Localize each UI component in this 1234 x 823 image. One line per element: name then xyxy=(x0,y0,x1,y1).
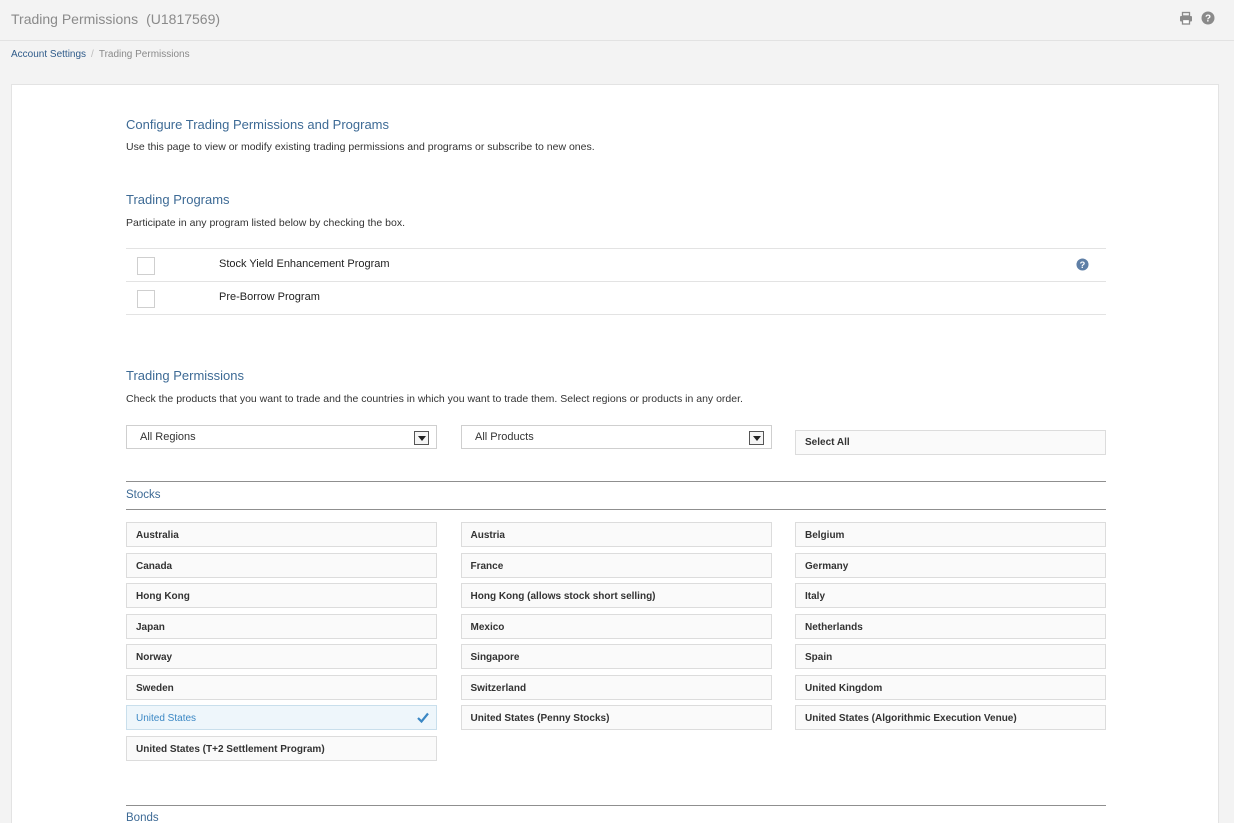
stocks-section-title: Stocks xyxy=(126,489,161,501)
stock-option[interactable]: United States xyxy=(126,705,437,730)
stocks-grid: Australia Austria Belgium Canada France Germa… xyxy=(126,522,1106,761)
stock-option[interactable]: United States (Algorithmic Execution Ven… xyxy=(795,705,1106,730)
product-select[interactable]: All Products xyxy=(461,425,772,449)
configure-description: Use this page to view or modify existing… xyxy=(126,141,595,153)
page-header-title: Trading Permissions (U1817569) xyxy=(11,11,220,27)
program-row-stock-yield: Stock Yield Enhancement Program ? xyxy=(126,249,1106,282)
stock-option[interactable]: Germany xyxy=(795,552,1106,578)
programs-description: Participate in any program listed below … xyxy=(126,217,405,229)
permissions-description: Check the products that you want to trad… xyxy=(126,393,743,405)
stock-option[interactable]: Norway xyxy=(126,644,437,669)
stock-option-label: Hong Kong xyxy=(136,591,190,602)
chevron-down-icon[interactable] xyxy=(414,431,429,445)
stock-option[interactable]: United States (T+2 Settlement Program) xyxy=(126,735,437,761)
stock-option-label: United States (Penny Stocks) xyxy=(470,713,610,724)
breadcrumb-current: Trading Permissions xyxy=(98,49,190,60)
stock-option-label: Singapore xyxy=(470,652,520,663)
stock-option-label: Spain xyxy=(805,652,833,663)
stock-option[interactable]: Hong Kong (allows stock short selling) xyxy=(460,583,772,608)
stock-option-label: Austria xyxy=(470,530,505,541)
stock-option-label: United States (Algorithmic Execution Ven… xyxy=(805,713,1017,724)
stock-option-label: Hong Kong (allows stock short selling) xyxy=(470,591,656,602)
stock-option-label: Germany xyxy=(805,560,849,572)
page-title: Trading Permissions xyxy=(11,11,139,27)
stock-option[interactable]: Belgium xyxy=(795,522,1106,547)
program-label: Stock Yield Enhancement Program xyxy=(219,258,390,270)
stocks-top-divider xyxy=(126,481,1106,482)
stock-option[interactable]: Austria xyxy=(460,522,772,547)
programs-table: Stock Yield Enhancement Program ? Pre-Bo… xyxy=(126,248,1106,315)
checkmark-icon xyxy=(417,712,429,723)
print-icon[interactable] xyxy=(1179,11,1193,25)
program-label: Pre-Borrow Program xyxy=(219,291,320,303)
program-row-pre-borrow: Pre-Borrow Program xyxy=(126,282,1106,315)
chevron-down-icon[interactable] xyxy=(749,431,764,445)
top-bar: Trading Permissions (U1817569) ? xyxy=(0,0,1234,41)
stock-option-label: Switzerland xyxy=(470,682,527,694)
stock-option-label: United States (T+2 Settlement Program) xyxy=(136,743,325,755)
stock-option-label: Netherlands xyxy=(805,621,863,633)
stock-option[interactable]: United States (Penny Stocks) xyxy=(460,705,772,730)
stock-option-label: Belgium xyxy=(805,530,845,541)
stock-option[interactable]: Switzerland xyxy=(460,674,772,700)
stock-option[interactable]: United Kingdom xyxy=(795,674,1106,700)
main-panel: Configure Trading Permissions and Progra… xyxy=(11,84,1219,823)
account-id: (U1817569) xyxy=(146,11,221,27)
stock-option[interactable]: Singapore xyxy=(460,644,772,669)
svg-text:?: ? xyxy=(1080,260,1086,270)
stock-option-label: Australia xyxy=(136,530,179,541)
stock-option[interactable]: Mexico xyxy=(460,613,772,639)
select-all-label: Select All xyxy=(805,437,850,448)
product-select-value: All Products xyxy=(475,431,534,443)
breadcrumb-separator: / xyxy=(91,49,94,60)
stock-option-label: Japan xyxy=(136,621,165,633)
stock-option[interactable]: France xyxy=(460,552,772,578)
region-select[interactable]: All Regions xyxy=(126,425,437,449)
bonds-top-divider xyxy=(126,805,1106,806)
stock-option-label: France xyxy=(470,560,504,572)
permissions-heading: Trading Permissions xyxy=(126,368,245,383)
programs-heading: Trading Programs xyxy=(126,192,230,207)
svg-text:?: ? xyxy=(1205,14,1211,25)
stock-option[interactable]: Australia xyxy=(126,522,437,547)
stock-option-label: United Kingdom xyxy=(805,682,883,694)
select-all-button[interactable]: Select All xyxy=(795,430,1106,455)
question-circle-icon[interactable]: ? xyxy=(1076,258,1089,271)
stock-option-label: Mexico xyxy=(470,621,505,633)
stock-option[interactable]: Netherlands xyxy=(795,613,1106,639)
breadcrumb-account-settings[interactable]: Account Settings xyxy=(11,49,86,60)
region-select-value: All Regions xyxy=(140,431,196,443)
stock-option[interactable]: Spain xyxy=(795,644,1106,669)
stock-option[interactable]: Italy xyxy=(795,583,1106,608)
breadcrumb: Account Settings / Trading Permissions xyxy=(11,49,190,60)
stock-option-label: Canada xyxy=(136,560,173,572)
stock-option-label: Italy xyxy=(805,591,826,602)
stock-yield-checkbox[interactable] xyxy=(137,257,155,275)
help-icon[interactable]: ? xyxy=(1201,11,1215,25)
pre-borrow-checkbox[interactable] xyxy=(137,290,155,308)
header-tools: ? xyxy=(1179,11,1215,25)
stock-option-label: Sweden xyxy=(136,682,174,694)
stock-option[interactable]: Canada xyxy=(126,552,437,578)
stocks-bottom-divider xyxy=(126,509,1106,510)
stock-option[interactable]: Hong Kong xyxy=(126,583,437,608)
bonds-section-title: Bonds xyxy=(126,812,159,823)
stock-option-label: United States xyxy=(136,713,197,724)
stock-option-label: Norway xyxy=(136,652,173,663)
configure-heading: Configure Trading Permissions and Progra… xyxy=(126,117,390,132)
stock-option[interactable]: Japan xyxy=(126,613,437,639)
stock-option[interactable]: Sweden xyxy=(126,674,437,700)
